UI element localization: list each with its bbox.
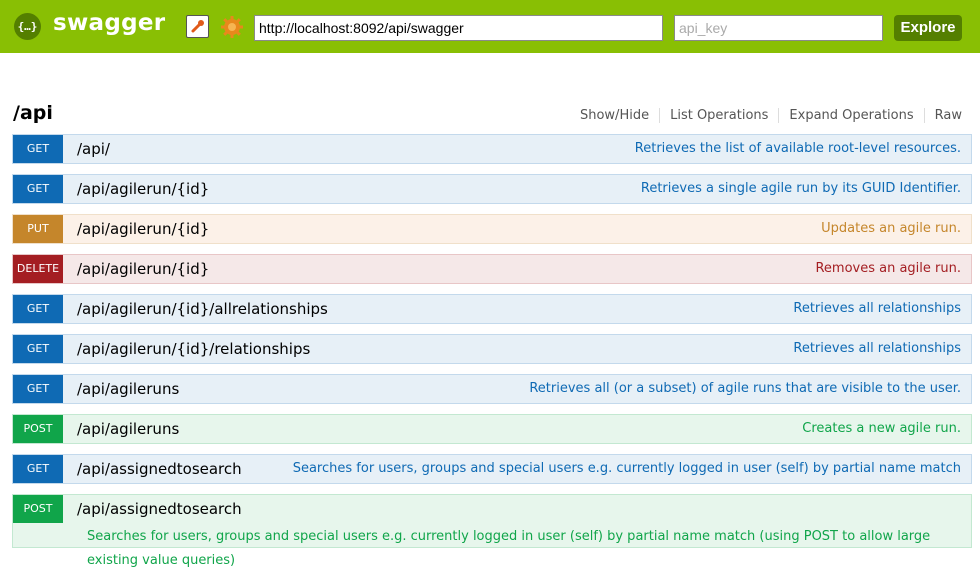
endpoint-summary[interactable]: Creates a new agile run.: [802, 415, 961, 443]
endpoint-row[interactable]: GET /api/assignedtosearch Searches for u…: [12, 454, 972, 484]
endpoint-row[interactable]: GET /api/agilerun/{id}/relationships Ret…: [12, 334, 972, 364]
explore-button[interactable]: Explore: [894, 15, 962, 41]
app-title[interactable]: swagger: [53, 10, 165, 36]
endpoint-row[interactable]: GET /api/ Retrieves the list of availabl…: [12, 134, 972, 164]
endpoint-summary[interactable]: Updates an agile run.: [821, 215, 961, 243]
expand-operations-link[interactable]: Expand Operations: [779, 108, 925, 123]
endpoint-row[interactable]: GET /api/agilerun/{id} Retrieves a singl…: [12, 174, 972, 204]
endpoint-summary[interactable]: Retrieves a single agile run by its GUID…: [641, 175, 961, 203]
method-badge[interactable]: GET: [13, 335, 63, 363]
endpoint-summary[interactable]: Retrieves all (or a subset) of agile run…: [529, 375, 961, 403]
endpoint-path[interactable]: /api/agilerun/{id}/relationships: [77, 335, 310, 363]
endpoint-path[interactable]: /api/agilerun/{id}: [77, 215, 209, 243]
show-hide-link[interactable]: Show/Hide: [570, 108, 661, 123]
endpoint-row[interactable]: PUT /api/agilerun/{id} Updates an agile …: [12, 214, 972, 244]
endpoint-summary[interactable]: Retrieves all relationships: [793, 335, 961, 363]
method-badge[interactable]: GET: [13, 455, 63, 483]
endpoint-path[interactable]: /api/assignedtosearch: [77, 455, 242, 483]
raw-link[interactable]: Raw: [925, 108, 962, 123]
endpoint-row[interactable]: GET /api/agileruns Retrieves all (or a s…: [12, 374, 972, 404]
api-key-input[interactable]: [674, 15, 883, 41]
endpoint-path[interactable]: /api/agilerun/{id}: [77, 175, 209, 203]
list-operations-link[interactable]: List Operations: [660, 108, 780, 123]
wrench-icon[interactable]: [186, 15, 209, 38]
url-input[interactable]: [254, 15, 663, 41]
method-badge[interactable]: POST: [13, 415, 63, 443]
resource-operations: Show/Hide List Operations Expand Operati…: [570, 108, 962, 123]
top-bar: {…} swagger Explore: [0, 0, 980, 53]
endpoint-path[interactable]: /api/agilerun/{id}/allrelationships: [77, 295, 328, 323]
resource-title[interactable]: /api: [13, 102, 53, 124]
swagger-logo-icon: {…}: [14, 13, 41, 40]
endpoint-path[interactable]: /api/: [77, 135, 110, 163]
method-badge[interactable]: PUT: [13, 215, 63, 243]
endpoint-path[interactable]: /api/assignedtosearch: [77, 495, 242, 523]
method-badge[interactable]: POST: [13, 495, 63, 523]
method-badge[interactable]: GET: [13, 135, 63, 163]
method-badge[interactable]: GET: [13, 295, 63, 323]
endpoint-summary[interactable]: Retrieves the list of available root-lev…: [635, 135, 961, 163]
endpoint-path[interactable]: /api/agilerun/{id}: [77, 255, 209, 283]
endpoint-summary[interactable]: Searches for users, groups and special u…: [87, 525, 971, 573]
endpoint-path[interactable]: /api/agileruns: [77, 415, 179, 443]
method-badge[interactable]: DELETE: [13, 255, 63, 283]
endpoint-summary[interactable]: Removes an agile run.: [815, 255, 961, 283]
endpoint-path[interactable]: /api/agileruns: [77, 375, 179, 403]
endpoint-summary[interactable]: Retrieves all relationships: [793, 295, 961, 323]
endpoint-row[interactable]: POST /api/assignedtosearch Searches for …: [12, 494, 972, 568]
endpoint-summary[interactable]: Searches for users, groups and special u…: [293, 455, 961, 483]
gear-icon[interactable]: [220, 15, 244, 39]
method-badge[interactable]: GET: [13, 175, 63, 203]
method-badge[interactable]: GET: [13, 375, 63, 403]
endpoint-row[interactable]: GET /api/agilerun/{id}/allrelationships …: [12, 294, 972, 324]
endpoint-row[interactable]: POST /api/agileruns Creates a new agile …: [12, 414, 972, 444]
endpoint-row[interactable]: DELETE /api/agilerun/{id} Removes an agi…: [12, 254, 972, 284]
